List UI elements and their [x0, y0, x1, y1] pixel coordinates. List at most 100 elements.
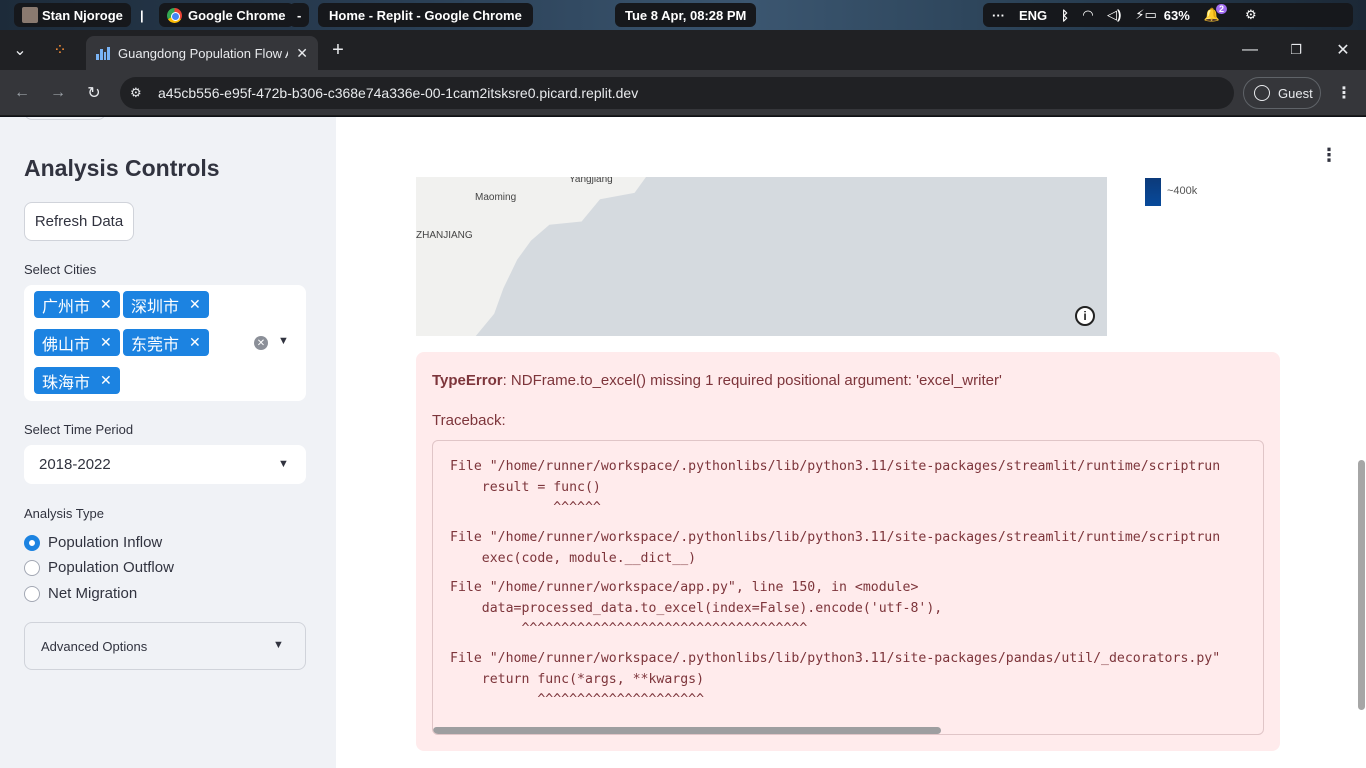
- advanced-options-expander[interactable]: Advanced Options ▼: [24, 622, 306, 670]
- tab-active[interactable]: Guangdong Population Flow An ✕: [86, 36, 318, 70]
- window-title[interactable]: Home - Replit - Google Chrome: [318, 3, 533, 27]
- radio-selected-icon[interactable]: [24, 534, 40, 551]
- tab-search-icon[interactable]: ⌄: [8, 38, 32, 62]
- refresh-data-button[interactable]: Refresh Data: [24, 202, 134, 241]
- user-name: Stan Njoroge: [42, 7, 123, 23]
- restore-icon[interactable]: ❐: [1284, 38, 1308, 62]
- profile-icon: [1254, 85, 1270, 101]
- url-text: a45cb556-e95f-472b-b306-c368e74a336e-00-…: [158, 85, 639, 101]
- vertical-scrollbar[interactable]: [1358, 460, 1365, 710]
- wifi-icon[interactable]: ◠: [1083, 7, 1093, 23]
- map-city-label: Yangjiang: [569, 177, 613, 185]
- legend-label: ~400k: [1167, 185, 1198, 197]
- window-close-icon[interactable]: ✕: [1331, 38, 1355, 62]
- code-line: ^^^^^^^^^^^^^^^^^^^^^^^^^^^^^^^^^^^^: [450, 621, 808, 636]
- main-menu-icon[interactable]: ⋮: [1320, 145, 1338, 166]
- error-type: TypeError: [432, 372, 503, 389]
- radio-label: Population Inflow: [48, 534, 163, 551]
- reload-icon[interactable]: ↻: [82, 81, 106, 105]
- horizontal-scrollbar[interactable]: [433, 727, 941, 734]
- map-city-label: ZHANJIANG: [416, 230, 473, 241]
- user-pill[interactable]: Stan Njoroge: [14, 3, 131, 27]
- chevron-down-icon[interactable]: ▼: [278, 335, 289, 347]
- time-period-select[interactable]: 2018-2022 ▼: [24, 445, 306, 484]
- radio-label: Net Migration: [48, 585, 138, 602]
- chrome-icon: [167, 7, 182, 23]
- tab-title: Guangdong Population Flow An: [118, 45, 289, 61]
- remove-icon[interactable]: ✕: [100, 335, 112, 351]
- city-chip[interactable]: 珠海市 ✕: [34, 367, 120, 394]
- error-box: TypeError: NDFrame.to_excel() missing 1 …: [416, 352, 1280, 751]
- sidebar-title: Analysis Controls: [24, 155, 220, 181]
- remove-icon[interactable]: ✕: [100, 373, 112, 389]
- chevron-down-icon: ▼: [278, 458, 289, 470]
- battery-icon[interactable]: ⚡▭: [1135, 7, 1156, 23]
- language[interactable]: ENG: [1019, 8, 1047, 23]
- city-chip[interactable]: 佛山市 ✕: [34, 329, 120, 356]
- chip-label: 东莞市: [131, 334, 180, 354]
- bluetooth-icon[interactable]: ᛒ: [1061, 8, 1069, 23]
- settings-icon[interactable]: ⚙: [1245, 7, 1257, 23]
- new-tab-button[interactable]: +: [326, 38, 350, 62]
- more-icon[interactable]: ···: [992, 8, 1005, 23]
- remove-icon[interactable]: ✕: [100, 297, 112, 313]
- code-line: ^^^^^^^^^^^^^^^^^^^^^: [450, 692, 705, 707]
- volume-icon[interactable]: ◁): [1107, 7, 1121, 23]
- city-chip[interactable]: 深圳市 ✕: [123, 291, 209, 318]
- url-field[interactable]: ⚙ a45cb556-e95f-472b-b306-c368e74a336e-0…: [120, 77, 1234, 109]
- code-line: ^^^^^^: [450, 500, 601, 515]
- address-bar-row: ← → ↻ ⚙ a45cb556-e95f-472b-b306-c368e74a…: [0, 70, 1366, 116]
- radio-net-migration[interactable]: Net Migration: [24, 585, 137, 602]
- map-land: [416, 177, 646, 336]
- page: Analysis Controls Refresh Data Select Ci…: [0, 117, 1366, 768]
- chrome-menu-icon[interactable]: ⋮: [1332, 81, 1356, 105]
- radio-icon[interactable]: [24, 559, 40, 576]
- clear-all-icon[interactable]: ✕: [254, 336, 268, 350]
- minimize-icon[interactable]: —: [1238, 38, 1262, 62]
- os-taskbar: Stan Njoroge | Google Chrome - Home - Re…: [0, 0, 1366, 30]
- site-info-icon[interactable]: ⚙: [130, 85, 150, 101]
- close-icon[interactable]: ✕: [296, 45, 308, 62]
- chip-label: 广州市: [42, 296, 91, 316]
- code-line: data=processed_data.to_excel(index=False…: [450, 601, 943, 616]
- time-period-value: 2018-2022: [39, 456, 111, 473]
- forward-icon[interactable]: →: [46, 81, 70, 105]
- chip-label: 深圳市: [131, 296, 180, 316]
- code-line: File "/home/runner/workspace/.pythonlibs…: [450, 651, 1221, 666]
- chart-favicon-icon: [96, 46, 110, 60]
- radio-icon[interactable]: [24, 585, 40, 602]
- back-icon[interactable]: ←: [10, 81, 34, 105]
- datetime[interactable]: Tue 8 Apr, 08:28 PM: [615, 3, 757, 27]
- app-pill[interactable]: Google Chrome: [159, 3, 294, 27]
- traceback-code[interactable]: File "/home/runner/workspace/.pythonlibs…: [432, 440, 1264, 735]
- map-city-label: Maoming: [475, 192, 517, 203]
- city-chip[interactable]: 东莞市 ✕: [123, 329, 209, 356]
- radio-outflow[interactable]: Population Outflow: [24, 559, 174, 576]
- cities-multiselect[interactable]: 广州市 ✕ 深圳市 ✕ 佛山市 ✕ 东莞市 ✕ 珠海市 ✕ ✕ ▼: [24, 285, 306, 401]
- apps-icon[interactable]: ⁘: [48, 38, 72, 62]
- expander-label: Advanced Options: [41, 638, 148, 654]
- traceback-label: Traceback:: [432, 412, 506, 429]
- app-name: Google Chrome: [188, 7, 286, 23]
- chevron-down-icon: ▼: [273, 639, 284, 651]
- code-line: File "/home/runner/workspace/.pythonlibs…: [450, 459, 1221, 474]
- radio-inflow[interactable]: Population Inflow: [24, 534, 162, 551]
- profile-button[interactable]: Guest: [1243, 77, 1321, 109]
- system-tray: ··· ENG ᛒ ◠ ◁) ⚡▭ 63% 🔔2 ⚙: [983, 3, 1353, 27]
- map-info-icon[interactable]: i: [1075, 306, 1095, 326]
- sidebar-cut-off-button[interactable]: [24, 117, 106, 120]
- remove-icon[interactable]: ✕: [189, 297, 201, 313]
- chip-label: 佛山市: [42, 334, 91, 354]
- chip-label: 珠海市: [42, 372, 91, 392]
- remove-icon[interactable]: ✕: [189, 335, 201, 351]
- time-period-label: Select Time Period: [24, 422, 134, 437]
- dash: -: [289, 3, 310, 27]
- profile-label: Guest: [1278, 85, 1313, 101]
- code-line: exec(code, module.__dict__): [450, 551, 697, 566]
- tab-strip: ⌄ ⁘ Guangdong Population Flow An ✕ + — ❐…: [0, 30, 1366, 70]
- error-text: : NDFrame.to_excel() missing 1 required …: [502, 372, 1002, 389]
- city-chip[interactable]: 广州市 ✕: [34, 291, 120, 318]
- code-line: return func(*args, **kwargs): [450, 672, 705, 687]
- notification-icon[interactable]: 🔔2: [1204, 4, 1231, 23]
- map[interactable]: Yangjiang Maoming ZHANJIANG i: [416, 177, 1107, 336]
